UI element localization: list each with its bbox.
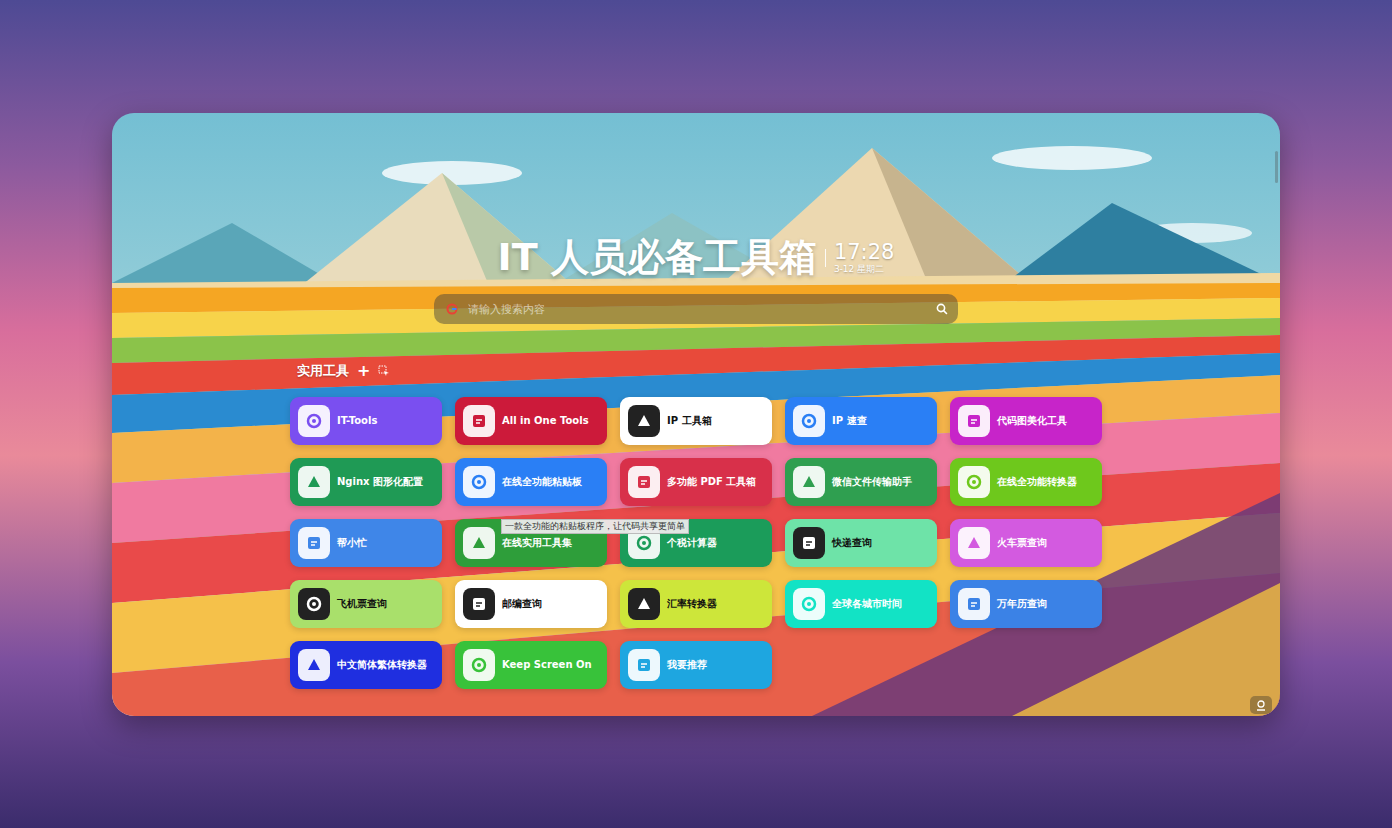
tooltip: 一款全功能的粘贴板程序，让代码共享更简单: [501, 519, 689, 534]
tool-icon: [463, 466, 495, 498]
section-header: 实用工具 +: [290, 362, 1102, 380]
tool-name: 个税计算器: [667, 537, 717, 550]
clock: 17:28 3-12 星期二: [834, 241, 895, 275]
settings-button[interactable]: [1250, 696, 1272, 714]
tool-name: 在线全功能转换器: [997, 476, 1077, 489]
tool-tile[interactable]: IP 工具箱: [620, 397, 772, 445]
tool-icon: [628, 405, 660, 437]
tool-tile[interactable]: Keep Screen On: [455, 641, 607, 689]
tool-icon: [958, 405, 990, 437]
tool-name: 帮小忙: [337, 537, 367, 550]
tool-tile[interactable]: 汇率转换器: [620, 580, 772, 628]
search-icon[interactable]: [936, 303, 948, 315]
search-input[interactable]: [466, 302, 928, 317]
tool-tile[interactable]: 快递查询: [785, 519, 937, 567]
tool-name: Nginx 图形化配置: [337, 476, 423, 489]
tool-name: 全球各城市时间: [832, 598, 902, 611]
clock-time: 17:28: [834, 241, 895, 264]
tool-icon: [463, 527, 495, 559]
google-icon[interactable]: [446, 303, 458, 315]
tool-name: 微信文件传输助手: [832, 476, 912, 489]
tool-tile[interactable]: 全球各城市时间: [785, 580, 937, 628]
tool-tile[interactable]: 在线全功能粘贴板: [455, 458, 607, 506]
add-button[interactable]: +: [357, 364, 370, 378]
tool-icon: [298, 588, 330, 620]
tool-name: All in One Tools: [502, 415, 589, 428]
tool-icon: [628, 466, 660, 498]
tool-name: 中文简体繁体转换器: [337, 659, 427, 672]
tool-icon: [298, 649, 330, 681]
tool-name: 万年历查询: [997, 598, 1047, 611]
tool-tile[interactable]: 万年历查询: [950, 580, 1102, 628]
tool-grid: IT-Tools All in One Tools IP 工具箱 IP 速查 代…: [290, 397, 1102, 689]
tool-icon: [463, 405, 495, 437]
clock-date: 3-12 星期二: [834, 264, 895, 275]
settings-icon[interactable]: [1255, 699, 1267, 711]
page-title: IT 人员必备工具箱: [498, 235, 817, 281]
tool-name: 在线全功能粘贴板: [502, 476, 582, 489]
tool-name: Keep Screen On: [502, 659, 592, 672]
tool-icon: [958, 588, 990, 620]
tool-icon: [793, 405, 825, 437]
tool-tile[interactable]: 代码图美化工具: [950, 397, 1102, 445]
toolbox-window: IT 人员必备工具箱 17:28 3-12 星期二 实用工具 + IT-Tool…: [112, 113, 1280, 716]
tool-name: IT-Tools: [337, 415, 377, 428]
tool-icon: [298, 405, 330, 437]
tool-section: 实用工具 + IT-Tools All in One Tools IP 工具箱 …: [290, 362, 1102, 689]
tool-name: 多功能 PDF 工具箱: [667, 476, 756, 489]
header: IT 人员必备工具箱 17:28 3-12 星期二: [498, 234, 895, 282]
tool-icon: [298, 527, 330, 559]
tool-tile[interactable]: 我要推荐: [620, 641, 772, 689]
tool-tile[interactable]: 多功能 PDF 工具箱: [620, 458, 772, 506]
tool-tile[interactable]: IP 速查: [785, 397, 937, 445]
select-icon[interactable]: [378, 365, 390, 377]
tool-name: 汇率转换器: [667, 598, 717, 611]
tool-icon: [463, 649, 495, 681]
search-bar[interactable]: [434, 294, 958, 324]
scrollbar-thumb[interactable]: [1275, 151, 1278, 183]
tool-name: IP 速查: [832, 415, 867, 428]
tool-icon: [463, 588, 495, 620]
tool-tile[interactable]: IT-Tools: [290, 397, 442, 445]
tool-icon: [958, 527, 990, 559]
section-title: 实用工具: [297, 362, 349, 380]
tool-icon: [628, 588, 660, 620]
tool-tile[interactable]: 帮小忙: [290, 519, 442, 567]
tool-icon: [628, 649, 660, 681]
tool-name: 我要推荐: [667, 659, 707, 672]
tool-name: 代码图美化工具: [997, 415, 1067, 428]
tool-tile[interactable]: 微信文件传输助手: [785, 458, 937, 506]
tool-name: 飞机票查询: [337, 598, 387, 611]
header-divider: [825, 249, 826, 267]
tool-tile[interactable]: 在线全功能转换器: [950, 458, 1102, 506]
tool-icon: [298, 466, 330, 498]
tool-icon: [793, 588, 825, 620]
tool-icon: [958, 466, 990, 498]
tool-tile[interactable]: Nginx 图形化配置: [290, 458, 442, 506]
tool-tile[interactable]: 飞机票查询: [290, 580, 442, 628]
tool-tile[interactable]: 火车票查询: [950, 519, 1102, 567]
tool-icon: [793, 466, 825, 498]
tool-tile[interactable]: All in One Tools: [455, 397, 607, 445]
tool-name: 邮编查询: [502, 598, 542, 611]
tool-name: IP 工具箱: [667, 415, 712, 428]
desktop-background: IT 人员必备工具箱 17:28 3-12 星期二 实用工具 + IT-Tool…: [0, 0, 1392, 828]
tool-tile[interactable]: 中文简体繁体转换器: [290, 641, 442, 689]
tool-tile[interactable]: 邮编查询: [455, 580, 607, 628]
tool-name: 快递查询: [832, 537, 872, 550]
tool-icon: [793, 527, 825, 559]
tool-name: 在线实用工具集: [502, 537, 572, 550]
tool-name: 火车票查询: [997, 537, 1047, 550]
